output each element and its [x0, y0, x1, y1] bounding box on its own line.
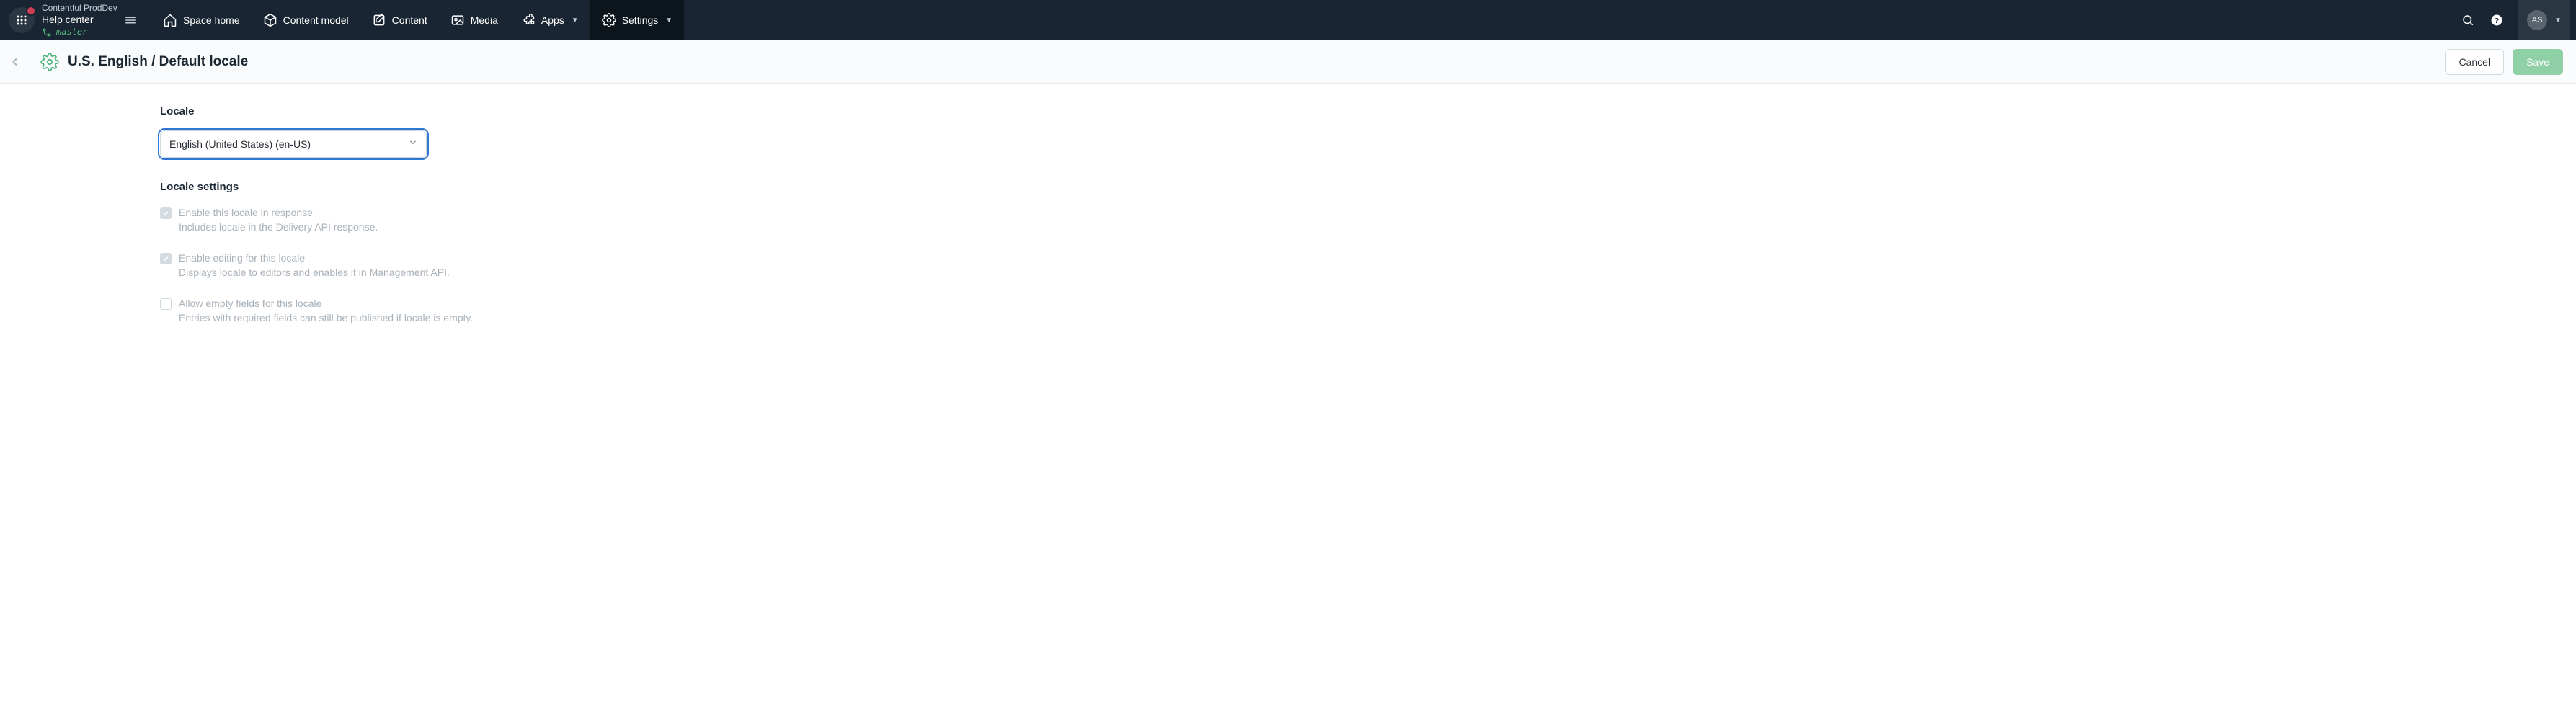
nav-content[interactable]: Content [360, 0, 439, 40]
avatar: AS [2527, 10, 2547, 30]
setting-title: Enable editing for this locale [179, 251, 450, 266]
content-icon [372, 13, 386, 27]
nav-label: Content [392, 14, 427, 26]
chevron-down-icon: ▼ [2554, 17, 2562, 24]
nav-label: Content model [283, 14, 349, 26]
cancel-button[interactable]: Cancel [2445, 49, 2504, 75]
checkbox-allow-empty[interactable] [160, 298, 172, 310]
setting-title: Enable this locale in response [179, 206, 378, 220]
locale-select-value[interactable]: English (United States) (en-US) [160, 130, 427, 158]
media-icon [450, 13, 465, 27]
user-menu[interactable]: AS ▼ [2518, 0, 2570, 40]
avatar-initials: AS [2532, 16, 2543, 24]
apps-icon [521, 13, 536, 27]
help-button[interactable]: ? [2482, 0, 2511, 40]
model-icon [263, 13, 277, 27]
topbar: Contentful ProdDev Help center master Sp… [0, 0, 2576, 40]
search-button[interactable] [2453, 0, 2482, 40]
nav-apps[interactable]: Apps ▼ [510, 0, 590, 40]
branch-icon [42, 27, 52, 37]
gear-icon [40, 53, 59, 71]
setting-enable-response: Enable this locale in response Includes … [160, 206, 591, 234]
page-header: U.S. English / Default locale Cancel Sav… [0, 40, 2576, 84]
locale-select[interactable]: English (United States) (en-US) [160, 130, 427, 158]
topbar-right: ? AS ▼ [2448, 0, 2576, 40]
nav-label: Apps [541, 14, 564, 26]
space-name: Help center [42, 14, 118, 26]
setting-desc: Displays locale to editors and enables i… [179, 266, 450, 280]
nav-label: Space home [183, 14, 240, 26]
chevron-down-icon: ▼ [572, 17, 579, 24]
nav-label: Settings [622, 14, 659, 26]
back-button[interactable] [0, 40, 30, 84]
main-nav: Space home Content model Content Media A… [151, 0, 684, 40]
setting-title: Allow empty fields for this locale [179, 297, 473, 311]
branch-name: master [56, 27, 87, 37]
org-name: Contentful ProdDev [42, 3, 118, 13]
locale-settings-label: Locale settings [160, 181, 591, 193]
page-title: U.S. English / Default locale [68, 54, 248, 70]
main-content: Locale English (United States) (en-US) L… [0, 84, 591, 326]
setting-desc: Includes locale in the Delivery API resp… [179, 220, 378, 235]
chevron-down-icon: ▼ [665, 17, 672, 24]
nav-media[interactable]: Media [439, 0, 510, 40]
home-icon [163, 13, 177, 27]
app-launcher-icon[interactable] [9, 7, 35, 33]
setting-allow-empty: Allow empty fields for this locale Entri… [160, 297, 591, 325]
space-selector[interactable]: Contentful ProdDev Help center master [0, 0, 151, 40]
setting-enable-editing: Enable editing for this locale Displays … [160, 251, 591, 280]
save-button[interactable]: Save [2513, 49, 2563, 75]
svg-text:?: ? [2495, 17, 2499, 25]
checkbox-enable-response[interactable] [160, 207, 172, 219]
settings-icon [602, 13, 616, 27]
checkbox-enable-editing[interactable] [160, 253, 172, 264]
nav-content-model[interactable]: Content model [252, 0, 360, 40]
hamburger-icon[interactable] [118, 14, 143, 27]
locale-section-label: Locale [160, 105, 591, 117]
nav-space-home[interactable]: Space home [151, 0, 252, 40]
nav-label: Media [471, 14, 498, 26]
nav-settings[interactable]: Settings ▼ [590, 0, 685, 40]
setting-desc: Entries with required fields can still b… [179, 311, 473, 326]
